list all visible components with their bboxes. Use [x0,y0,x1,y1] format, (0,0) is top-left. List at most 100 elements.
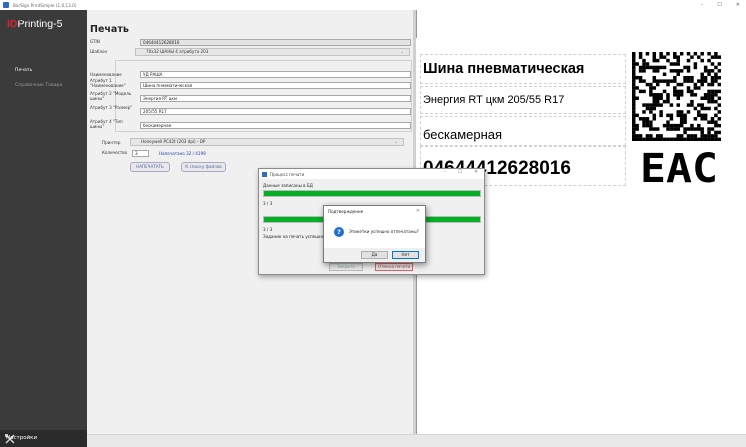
datamatrix-module [700,106,704,111]
datamatrix-module [686,89,691,94]
datamatrix-module [649,123,653,128]
cancel-print-button[interactable]: Отмена печати [375,263,413,271]
datamatrix-module [717,110,721,114]
datamatrix-module [686,103,691,107]
gtin-field[interactable]: 04644412628016 [140,39,411,46]
datamatrix-module [652,79,657,83]
attr4-field[interactable]: бескамерная [140,122,411,129]
settings-button[interactable]: Настройки [0,430,87,447]
close-icon[interactable]: ✕ [736,2,740,8]
datamatrix-module [693,127,698,131]
datamatrix-module [659,110,663,114]
datamatrix-module [649,86,653,90]
progress-bar-db-fill [264,191,480,196]
attr4-label: Атрибут 4 "Тип шины" [90,119,123,129]
datamatrix-module [649,134,653,138]
datamatrix-module [693,52,698,56]
datamatrix-module [710,117,715,121]
template-select[interactable]: 70x32 ШАНЫ 4 атрибута 203 ⌄ [135,48,410,56]
datamatrix-module [676,82,680,87]
print-button[interactable]: НАПЕЧАТАТЬ [130,162,170,172]
datamatrix-module [642,69,646,73]
datamatrix-module [700,103,704,107]
datamatrix-module [683,120,687,124]
yes-button[interactable]: Да [361,251,388,259]
db-saved-text: Данные записаны в БД [263,183,313,188]
progress-count-db: 3 / 3 [263,201,273,206]
datamatrix-module [710,75,715,80]
printed-count: Напечатано 32 / 4199 [159,151,206,156]
maximize-icon[interactable]: ☐ [458,170,462,175]
datamatrix-module [632,123,636,128]
datamatrix-module [714,113,718,118]
window-title: BarSign PrintSimple (1.0.13.0) [13,2,77,8]
datamatrix-module [707,106,711,111]
app-icon [262,171,267,177]
datamatrix-module [638,69,643,73]
datamatrix-module [655,134,660,138]
datamatrix-module [710,82,715,87]
maximize-icon[interactable]: ☐ [717,2,721,8]
datamatrix-module [703,75,708,80]
datamatrix-module [635,75,639,80]
confirmation-dialog: Подтверждение ✕ ? Этикетки успешно отпеч… [323,205,426,263]
datamatrix-module [638,134,643,138]
printer-select[interactable]: Honeywell PC42t (203 dpi) - DP ⌄ [130,138,404,146]
app-icon [3,2,9,8]
datamatrix-module [686,134,691,138]
datamatrix-module [703,106,708,111]
datamatrix-module [655,96,660,100]
datamatrix-module [642,62,646,66]
datamatrix-module [638,137,643,141]
datamatrix-module [676,96,680,100]
datamatrix-module [690,134,694,138]
datamatrix-module [700,52,704,56]
datamatrix-module [714,134,718,138]
datamatrix-module [690,137,694,141]
datamatrix-module [632,79,636,83]
datamatrix-module [649,127,653,131]
datamatrix-module [683,79,687,83]
sidebar-item-print[interactable]: Печать [15,68,32,73]
datamatrix-module [632,110,636,114]
datamatrix-module [662,65,667,70]
sidebar-item-product-directory[interactable]: Справочник Товара [15,83,62,88]
close-icon[interactable]: ✕ [416,206,420,217]
datamatrix-module [679,93,684,97]
datamatrix-module [645,106,650,111]
close-button[interactable]: Закрыть [329,263,363,271]
datamatrix-module [707,127,711,131]
datamatrix-module [697,127,701,131]
datamatrix-module [683,65,687,70]
datamatrix-module [635,86,639,90]
datamatrix-module [645,103,650,107]
minimize-icon[interactable]: – [444,170,446,175]
datamatrix-module [652,99,657,104]
datamatrix-module [693,82,698,87]
datamatrix-module [686,58,691,63]
datamatrix-module [714,120,718,124]
datamatrix-module [635,62,639,66]
no-button[interactable]: Нет [392,251,419,259]
datamatrix-module [642,110,646,114]
file-list-button[interactable]: К списку файлов [181,162,226,172]
datamatrix-module [669,123,674,128]
app-logo: ID LABEL Printing-5 [7,17,63,30]
quantity-input[interactable]: 3 [132,150,149,157]
name-label: Наименование [90,72,122,77]
window-controls: – ☐ ✕ [701,0,740,10]
attr3-field[interactable]: 205/55 R17 [140,108,411,115]
attr1-field[interactable]: Шина пневматическая [140,82,411,89]
datamatrix-module [714,75,718,80]
datamatrix-module [669,62,674,66]
datamatrix-module [700,113,704,118]
name-field[interactable]: УД РАША [140,71,411,78]
datamatrix-module [676,113,680,118]
close-icon[interactable]: ✕ [474,170,478,175]
attr2-field[interactable]: Энергия RT цкм [140,95,411,102]
minimize-icon[interactable]: – [701,2,704,8]
datamatrix-module [655,137,660,141]
datamatrix-module [669,117,674,121]
datamatrix-module [683,117,687,121]
datamatrix-module [676,62,680,66]
